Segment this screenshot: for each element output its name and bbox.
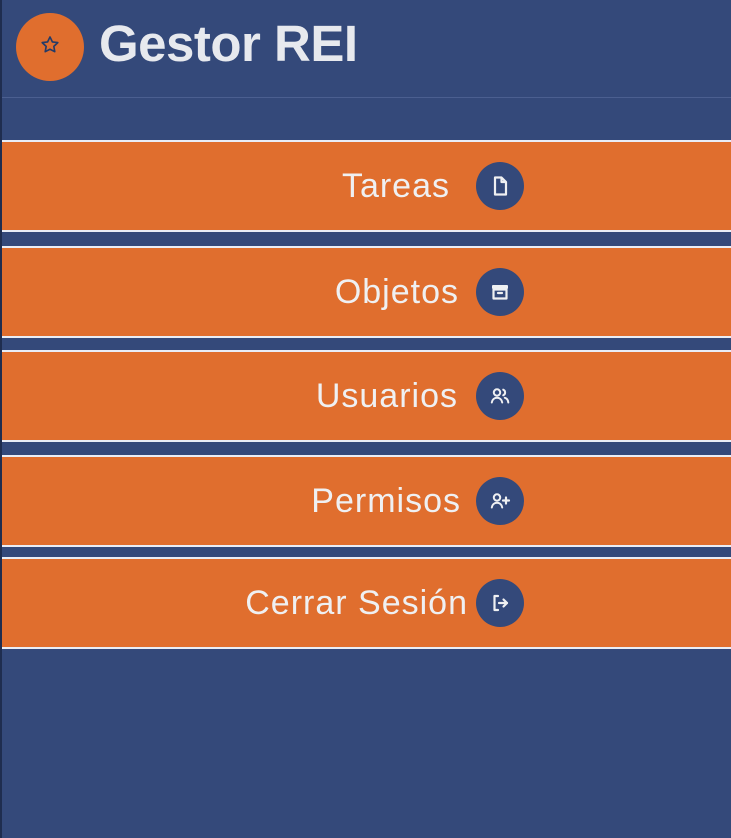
header: Gestor REI [2,0,731,98]
logo-button[interactable] [16,13,84,81]
menu-item-label: Objetos [334,273,459,311]
menu-item-permisos[interactable]: Permisos [2,455,731,547]
menu-item-tareas[interactable]: Tareas [2,140,731,232]
menu-item-label: Tareas [341,167,450,205]
menu-item-cerrar-sesion[interactable]: Cerrar Sesión [2,557,731,649]
logout-icon [476,579,524,627]
menu-item-usuarios[interactable]: Usuarios [2,350,731,442]
user-plus-icon [476,477,524,525]
menu-item-objetos[interactable]: Objetos [2,246,731,338]
users-icon [476,372,524,420]
menu-item-label: Usuarios [315,377,458,415]
star-icon [39,34,61,61]
archive-icon [476,268,524,316]
app-frame: Gestor REI Tareas Objetos Usuarios Permi… [0,0,731,838]
file-icon [476,162,524,210]
app-title: Gestor REI [99,15,358,72]
menu-item-label: Permisos [311,482,461,520]
menu-item-label: Cerrar Sesión [245,584,468,622]
